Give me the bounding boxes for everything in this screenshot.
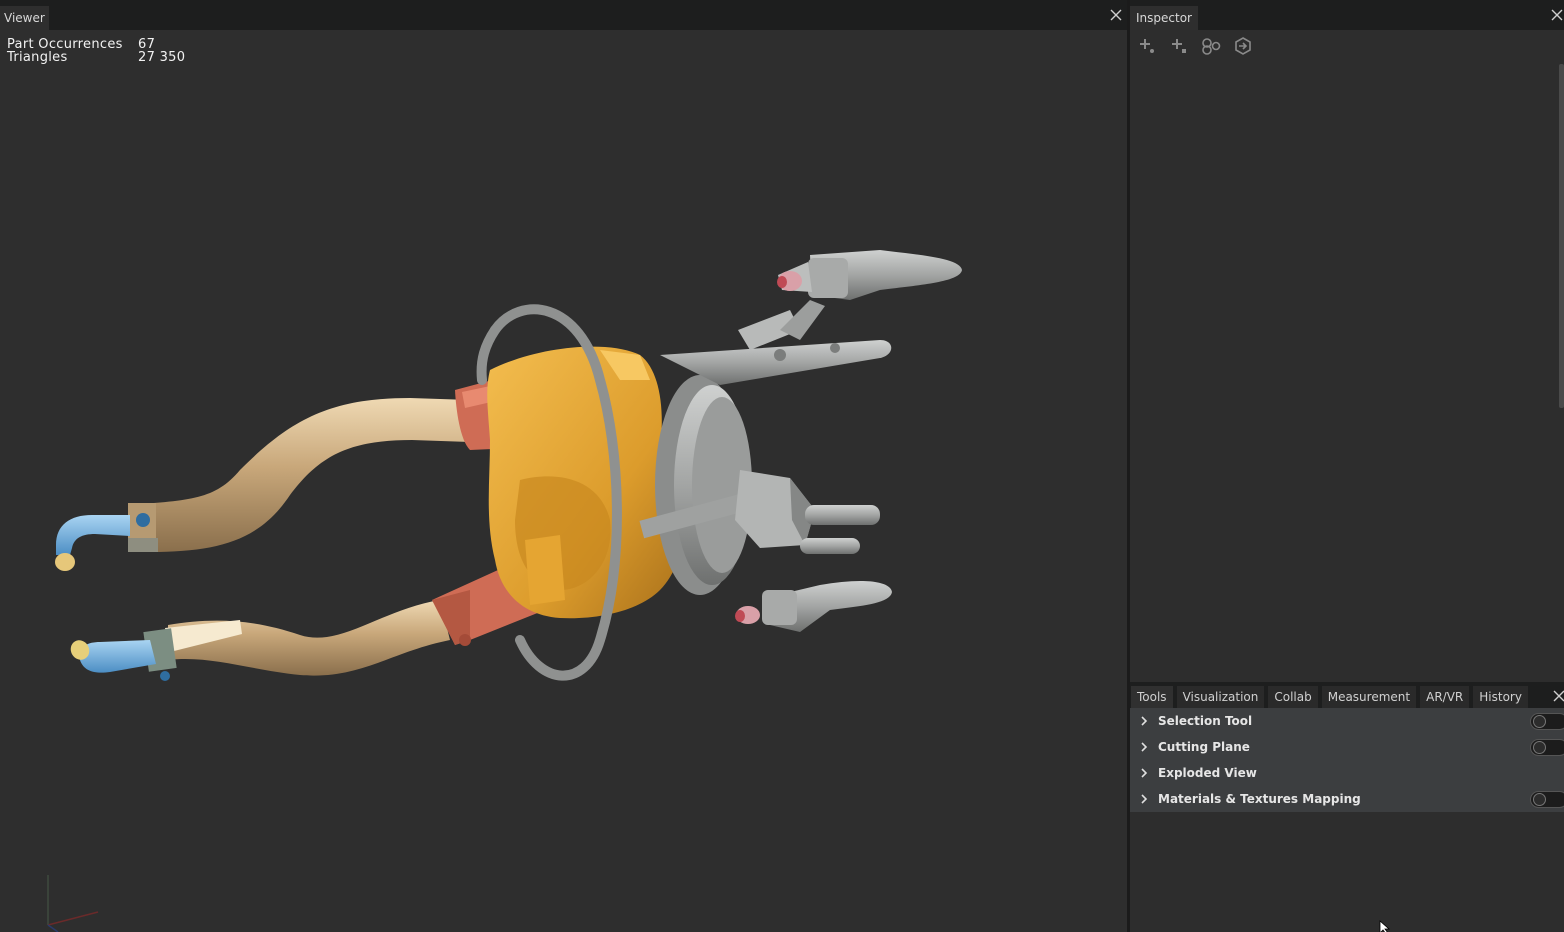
tool-label: Selection Tool — [1158, 714, 1253, 728]
chevron-right-icon[interactable] — [1130, 741, 1158, 753]
tools-panel: Tools Visualization Collab Measurement A… — [1130, 682, 1564, 932]
tools-tabbar: Tools Visualization Collab Measurement A… — [1130, 682, 1564, 708]
toggle-knob — [1533, 741, 1546, 754]
link-icon[interactable] — [1200, 36, 1222, 56]
export-icon[interactable] — [1232, 36, 1254, 56]
tool-cutting-plane[interactable]: Cutting Plane — [1130, 734, 1564, 760]
tab-collab[interactable]: Collab — [1268, 686, 1318, 708]
selection-tool-toggle[interactable] — [1530, 713, 1564, 730]
3d-model-render[interactable] — [0, 30, 1127, 932]
tab-history[interactable]: History — [1473, 686, 1528, 708]
tab-visualization[interactable]: Visualization — [1176, 686, 1265, 708]
toggle-knob — [1533, 793, 1546, 806]
app-window: Viewer Part Occurrences 67 Triangles 27 … — [0, 0, 1564, 932]
tools-close-icon[interactable] — [1552, 689, 1564, 703]
upper-arm — [55, 398, 470, 571]
inspector-close-icon[interactable] — [1550, 8, 1564, 22]
tab-tools[interactable]: Tools — [1131, 686, 1173, 708]
axis-gizmo — [47, 875, 99, 932]
add-component-icon[interactable] — [1168, 36, 1190, 56]
inspector-header: Inspector — [1130, 0, 1564, 30]
orange-housing — [487, 346, 683, 619]
lower-arm — [70, 600, 450, 681]
inspector-scrollbar[interactable] — [1559, 64, 1564, 408]
chevron-right-icon[interactable] — [1130, 793, 1158, 805]
steel-assembly — [639, 300, 892, 595]
lower-nozzle — [735, 580, 892, 632]
add-property-icon[interactable] — [1136, 36, 1158, 56]
tool-exploded-view[interactable]: Exploded View — [1130, 760, 1564, 786]
chevron-right-icon[interactable] — [1130, 715, 1158, 727]
tool-materials-textures-mapping[interactable]: Materials & Textures Mapping — [1130, 786, 1564, 812]
tools-list: Selection Tool Cutting Plane Exploded Vi… — [1130, 708, 1564, 812]
tool-selection-tool[interactable]: Selection Tool — [1130, 708, 1564, 734]
inspector-panel: Inspector — [1130, 0, 1564, 682]
tab-inspector[interactable]: Inspector — [1130, 6, 1198, 30]
tool-label: Materials & Textures Mapping — [1158, 792, 1361, 806]
tab-viewer[interactable]: Viewer — [0, 6, 49, 30]
toggle-knob — [1533, 715, 1546, 728]
mouse-cursor-icon — [1379, 920, 1391, 932]
tab-measurement[interactable]: Measurement — [1321, 686, 1417, 708]
inspector-toolbar — [1136, 36, 1254, 56]
tool-label: Exploded View — [1158, 766, 1257, 780]
viewer-close-icon[interactable] — [1109, 8, 1123, 22]
upper-nozzle — [777, 250, 962, 300]
materials-textures-toggle[interactable] — [1530, 791, 1564, 808]
viewer-panel[interactable]: Viewer Part Occurrences 67 Triangles 27 … — [0, 0, 1127, 932]
cutting-plane-toggle[interactable] — [1530, 739, 1564, 756]
viewer-header: Viewer — [0, 0, 1127, 30]
tab-ar-vr[interactable]: AR/VR — [1420, 686, 1470, 708]
chevron-right-icon[interactable] — [1130, 767, 1158, 779]
tool-label: Cutting Plane — [1158, 740, 1250, 754]
